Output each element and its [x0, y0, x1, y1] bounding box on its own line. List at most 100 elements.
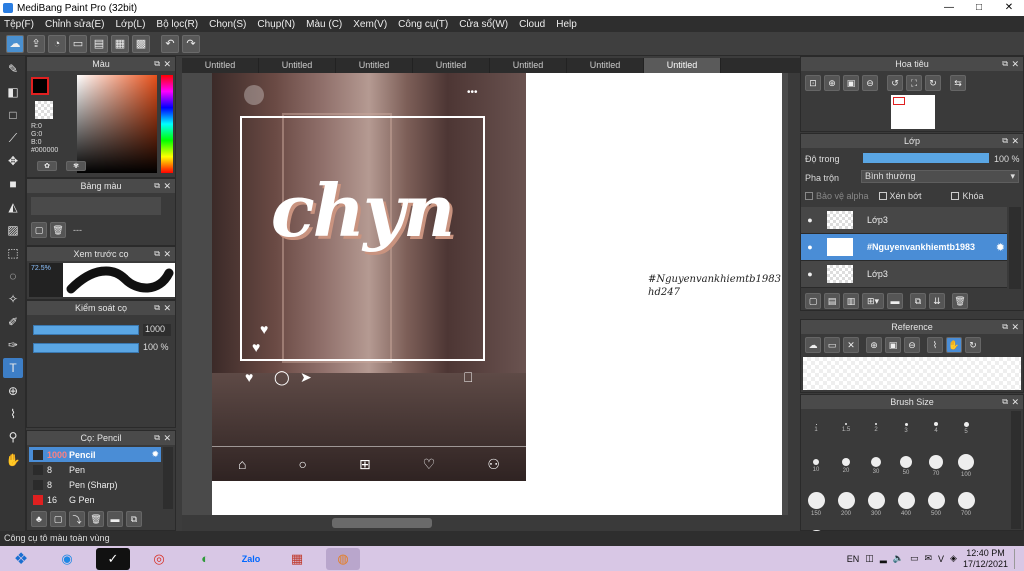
menu-view[interactable]: Xem(V)	[353, 19, 387, 30]
palette-icon[interactable]: ✾	[66, 161, 86, 171]
rotate-right-icon[interactable]: ↻	[925, 75, 941, 91]
brush-size-slider[interactable]	[33, 325, 139, 335]
navigator-thumbnail[interactable]	[891, 95, 935, 129]
chrome-alt-icon[interactable]: ◉	[50, 548, 84, 570]
actual-size-icon[interactable]: ▣	[843, 75, 859, 91]
cloud-icon[interactable]: ☁	[6, 34, 24, 53]
show-desktop-button[interactable]	[1014, 548, 1018, 569]
document-tab[interactable]: Untitled	[259, 58, 336, 73]
dropper-icon[interactable]: ⚲	[3, 427, 23, 447]
close-icon[interactable]: ✕	[163, 431, 171, 445]
close-icon[interactable]: ✕	[1011, 134, 1019, 148]
magic-wand-icon[interactable]: ✧	[3, 289, 23, 309]
layer-row[interactable]: ● Lớp3	[801, 261, 1007, 288]
menu-tools[interactable]: Công cụ(T)	[398, 19, 448, 30]
fill-rect-icon[interactable]: ■	[3, 174, 23, 194]
brush-size-option[interactable]: 70	[921, 447, 951, 485]
redo-icon[interactable]: ↷	[182, 34, 200, 53]
close-icon[interactable]: ✕	[1011, 320, 1019, 334]
new-1bit-layer-icon[interactable]: ▥	[843, 293, 859, 309]
chat-icon[interactable]: ▭	[69, 34, 87, 53]
close-icon[interactable]: ✕	[163, 301, 171, 315]
brush-size-option[interactable]: 400	[891, 485, 921, 523]
blend-mode-select[interactable]: Bình thường ▾	[861, 170, 1019, 183]
menu-snap[interactable]: Chụp(N)	[257, 19, 295, 30]
comment-icon[interactable]: ◔	[48, 34, 66, 53]
menu-select[interactable]: Chọn(S)	[209, 19, 246, 30]
zoom-out-icon[interactable]: ⊖	[904, 337, 920, 353]
coccoc-icon[interactable]: ◐	[188, 548, 222, 570]
select-eraser-icon[interactable]: ✑	[3, 335, 23, 355]
zoom-in-icon[interactable]: ⊕	[866, 337, 882, 353]
volume-icon[interactable]: 🔈	[893, 553, 904, 564]
merge-layer-icon[interactable]: ⇊	[929, 293, 945, 309]
undo-icon[interactable]: ↶	[161, 34, 179, 53]
close-icon[interactable]: ✕	[163, 247, 171, 261]
layer-row[interactable]: ● Lớp3	[801, 207, 1007, 234]
eraser-icon[interactable]: ◧	[3, 82, 23, 102]
close-icon[interactable]: ✕	[1011, 395, 1019, 409]
brush-delete-icon[interactable]: 🗑	[88, 511, 104, 527]
medibang-icon[interactable]: ✓	[96, 547, 130, 570]
minimize-button[interactable]: —	[934, 0, 964, 16]
language-indicator[interactable]: EN	[847, 554, 860, 564]
zoom-in-icon[interactable]: ⊕	[824, 75, 840, 91]
tray-icon[interactable]: ◈	[950, 553, 957, 564]
delete-layer-icon[interactable]: 🗑	[952, 293, 968, 309]
network-icon[interactable]: ▂	[880, 553, 887, 564]
eyedropper-icon[interactable]: ⌇	[927, 337, 943, 353]
brush-duplicate-icon[interactable]: ⧉	[126, 511, 142, 527]
eye-icon[interactable]: ●	[801, 269, 819, 279]
operation-icon[interactable]: ⊕	[3, 381, 23, 401]
upload-icon[interactable]: ⇪	[27, 34, 45, 53]
brush-size-option[interactable]: 20	[831, 447, 861, 485]
protect-alpha-checkbox[interactable]: Bảo vệ alpha	[805, 191, 869, 201]
vietkey-icon[interactable]: V	[938, 554, 944, 564]
folder-icon[interactable]: ▬	[107, 511, 123, 527]
document-tab[interactable]: Untitled	[490, 58, 567, 73]
actual-size-icon[interactable]: ▣	[885, 337, 901, 353]
brush-size-option[interactable]: 50	[891, 447, 921, 485]
brush-size-option[interactable]: 4	[921, 409, 951, 447]
lock-checkbox[interactable]: Khóa	[951, 191, 984, 201]
brush-size-option[interactable]: 100	[951, 447, 981, 485]
menu-file[interactable]: Tệp(F)	[4, 19, 34, 30]
reference-canvas[interactable]	[803, 357, 1021, 390]
rotate-left-icon[interactable]: ↺	[887, 75, 903, 91]
grid-page-icon[interactable]: ▦	[111, 34, 129, 53]
layer-row[interactable]: ● #Nguyenvankhiemtb1983 ✹	[801, 234, 1007, 261]
close-icon[interactable]: ✕	[1011, 57, 1019, 71]
brush-icon[interactable]: ✎	[3, 59, 23, 79]
zoom-fit-icon[interactable]: ⊡	[805, 75, 821, 91]
brush-item[interactable]: 8 Pen (Sharp)	[29, 477, 161, 492]
fit-screen-icon[interactable]: ⛶	[906, 75, 922, 91]
eyedropper-icon[interactable]: ⌇	[3, 404, 23, 424]
document-tab[interactable]: Untitled	[336, 58, 413, 73]
brush-size-option[interactable]: 700	[951, 485, 981, 523]
canvas-horizontal-scrollbar[interactable]	[182, 515, 800, 531]
brush-size-option[interactable]: 1.5	[831, 409, 861, 447]
brush-item[interactable]: 16 G Pen	[29, 492, 161, 507]
layer-opacity-slider[interactable]	[863, 153, 989, 163]
eye-icon[interactable]: ●	[801, 215, 819, 225]
clipping-checkbox[interactable]: Xén bớt	[878, 191, 921, 201]
new-halftone-layer-icon[interactable]: ▤	[824, 293, 840, 309]
zoom-out-icon[interactable]: ⊖	[862, 75, 878, 91]
select-icon[interactable]: ⬚	[3, 243, 23, 263]
canvas-vertical-scrollbar[interactable]	[788, 73, 800, 515]
menu-help[interactable]: Help	[556, 19, 577, 30]
browser-icon[interactable]: ◍	[326, 547, 360, 570]
background-color-swatch[interactable]	[35, 101, 53, 119]
brush-size-option[interactable]: 1	[801, 409, 831, 447]
navigator-viewport[interactable]	[893, 97, 905, 105]
brush-copy-icon[interactable]: ▢	[50, 511, 66, 527]
brush-size-option[interactable]: 300	[861, 485, 891, 523]
app-icon[interactable]: ▦	[280, 548, 314, 570]
page-icon[interactable]: ▤	[90, 34, 108, 53]
foreground-color-swatch[interactable]	[31, 77, 49, 95]
add-color-icon[interactable]: ✿	[37, 161, 57, 171]
duplicate-layer-icon[interactable]: ⧉	[910, 293, 926, 309]
brush-add-icon[interactable]: ♣	[31, 511, 47, 527]
add-layer-menu-icon[interactable]: ⊞▾	[862, 293, 884, 309]
brush-opacity-slider[interactable]	[33, 343, 139, 353]
